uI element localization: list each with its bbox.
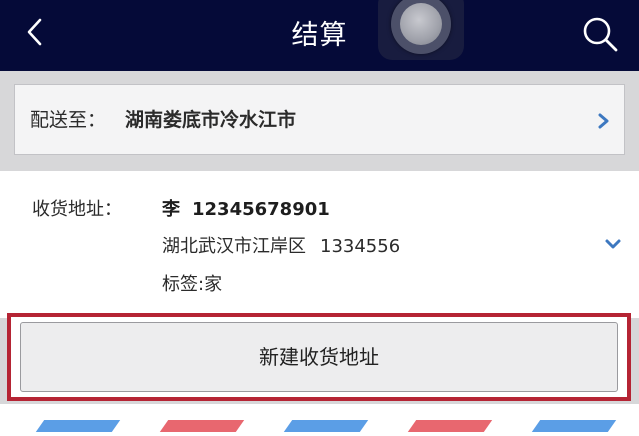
assistive-touch-button[interactable]	[378, 0, 464, 60]
page-title: 结算	[291, 20, 348, 51]
address-detail: 湖北武汉市江岸区	[162, 236, 306, 257]
shipping-address-card[interactable]: 收货地址： 李 12345678901 湖北武汉市江岸区 1334556 标签:家	[0, 171, 639, 318]
delivery-location: 湖南娄底市冷水江市	[125, 109, 297, 131]
address-label: 收货地址：	[32, 199, 122, 220]
assistive-touch-core	[400, 3, 442, 45]
nav-bar: 结算	[0, 0, 639, 71]
recipient-row: 李 12345678901	[162, 195, 330, 221]
address-zip: 1334556	[320, 236, 401, 257]
stripe-segment-red	[159, 420, 245, 432]
chevron-right-icon	[598, 113, 609, 129]
delivery-location-row[interactable]: 配送至： 湖南娄底市冷水江市	[14, 84, 625, 155]
stripe-segment-blue	[283, 420, 369, 432]
delivery-label: 配送至：	[30, 109, 107, 131]
search-button[interactable]	[578, 12, 622, 56]
stripe-segment-blue	[531, 420, 617, 432]
search-icon	[583, 17, 618, 52]
stripe-segment-red	[407, 420, 493, 432]
new-address-button[interactable]: 新建收货地址	[20, 322, 618, 392]
stripe-segment-blue	[35, 420, 121, 432]
address-detail-row: 湖北武汉市江岸区 1334556	[162, 232, 400, 258]
recipient-phone: 12345678901	[192, 199, 330, 220]
checkout-screen: 结算 配送至： 湖南娄底市冷水江市 收货地址： 李 12345678901 湖北武…	[0, 0, 639, 436]
recipient-name: 李	[162, 199, 180, 220]
envelope-stripe-decoration	[0, 404, 639, 436]
address-tag: 标签:家	[162, 274, 223, 295]
highlight-frame: 新建收货地址	[7, 313, 631, 401]
chevron-down-icon[interactable]	[604, 237, 622, 251]
